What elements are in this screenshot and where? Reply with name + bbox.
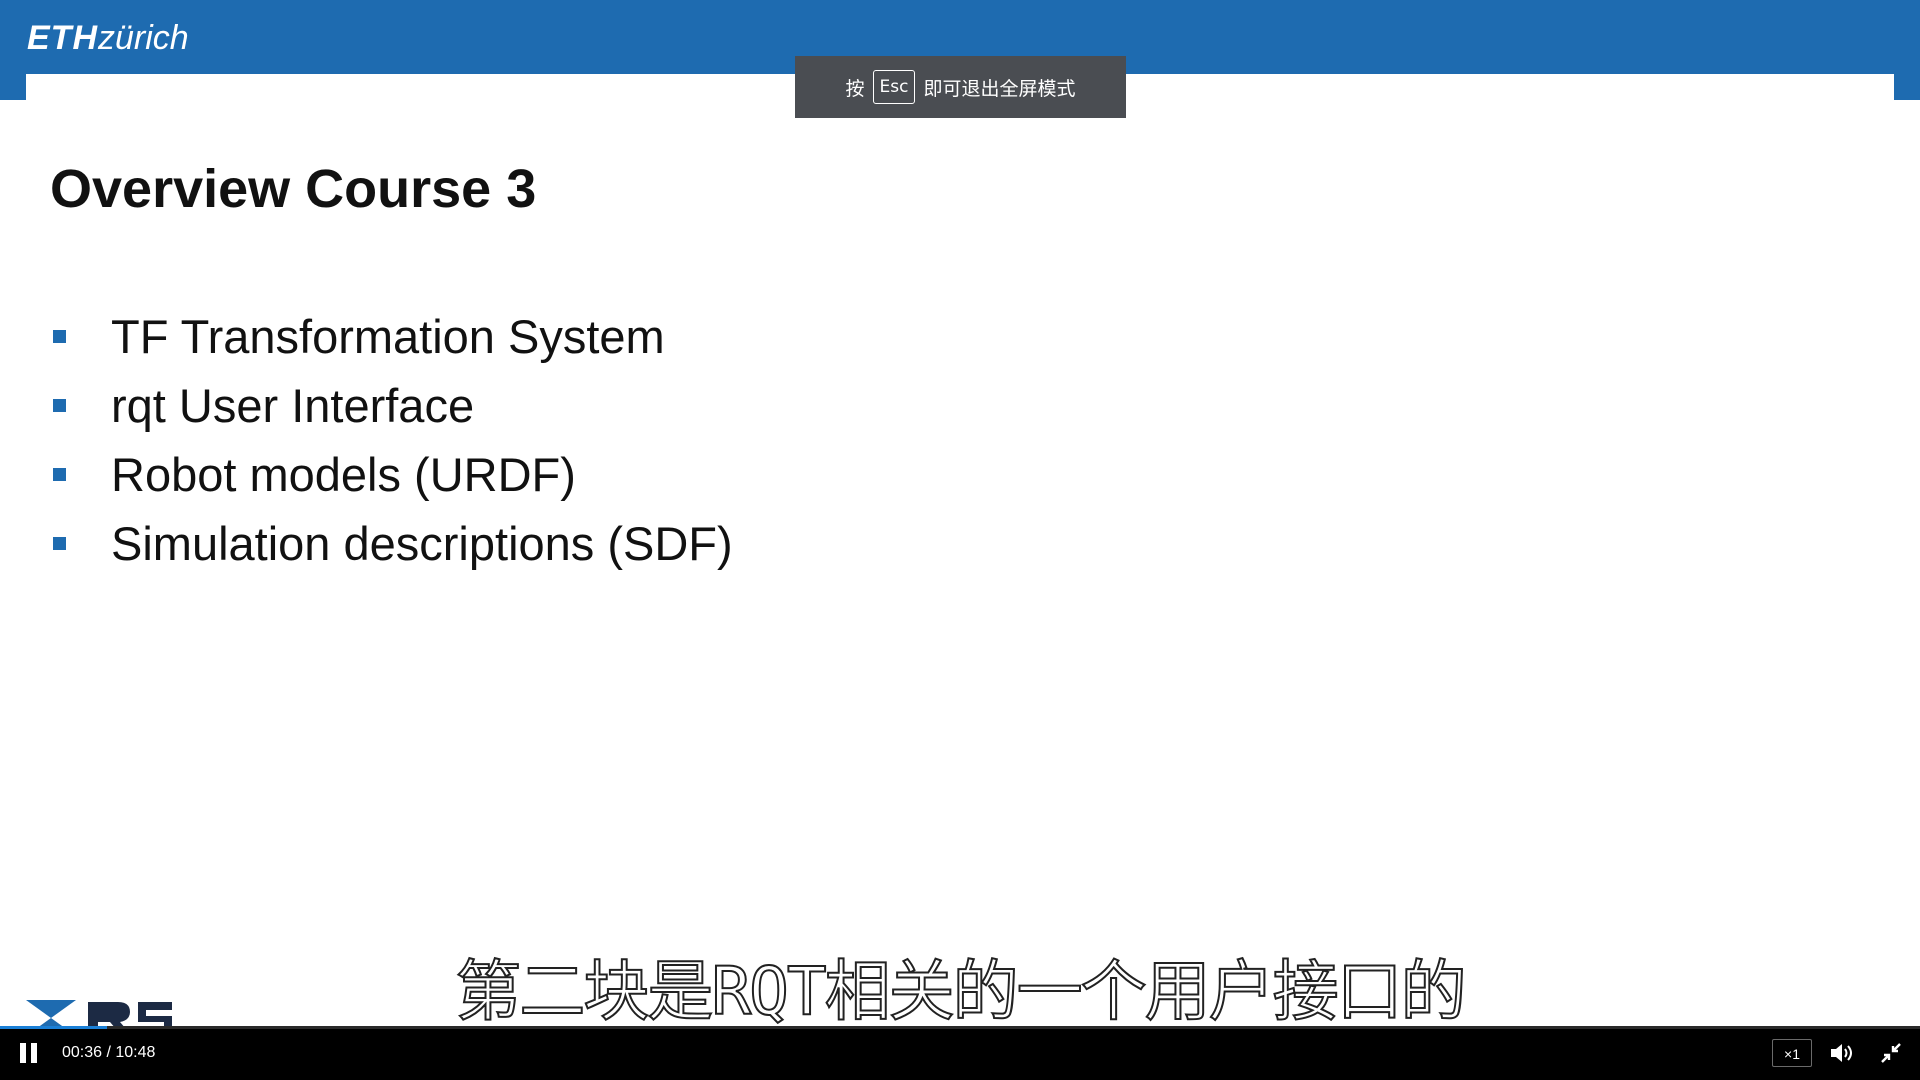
pause-icon xyxy=(20,1043,26,1063)
progress-fill xyxy=(0,1026,107,1029)
square-bullet-icon xyxy=(53,330,66,343)
video-frame[interactable]: ETHzürich 按 Esc 即可退出全屏模式 Overview Course… xyxy=(0,0,1920,1026)
square-bullet-icon xyxy=(53,468,66,481)
pause-icon-bar xyxy=(31,1043,37,1063)
bullet-item: Robot models (URDF) xyxy=(50,440,733,509)
bullet-text: rqt User Interface xyxy=(111,379,475,432)
square-bullet-icon xyxy=(53,399,66,412)
bullet-list: TF Transformation System rqt User Interf… xyxy=(50,302,733,578)
bullet-text: Robot models (URDF) xyxy=(111,448,576,501)
progress-bar[interactable] xyxy=(0,1026,1920,1029)
exit-fullscreen-toast: 按 Esc 即可退出全屏模式 xyxy=(795,56,1126,118)
eth-logo-bold: ETH xyxy=(27,19,98,57)
time-display: 00:36 / 10:48 xyxy=(62,1044,156,1061)
toast-prefix: 按 xyxy=(845,77,865,100)
eth-band-right-corner xyxy=(1894,74,1920,100)
bullet-item: rqt User Interface xyxy=(50,371,733,440)
bullet-text: Simulation descriptions (SDF) xyxy=(111,517,733,570)
eth-logo-light: zürich xyxy=(98,19,189,57)
volume-button[interactable] xyxy=(1828,1040,1856,1066)
toast-suffix: 即可退出全屏模式 xyxy=(923,77,1076,100)
eth-band-left-corner xyxy=(0,74,26,100)
player-control-bar: 00:36 / 10:48 ×1 xyxy=(0,1026,1920,1080)
slide-title: Overview Course 3 xyxy=(50,159,537,219)
exit-fullscreen-button[interactable] xyxy=(1878,1040,1904,1066)
esc-key-badge: Esc xyxy=(872,70,916,104)
bullet-text: TF Transformation System xyxy=(111,310,665,363)
playback-speed-button[interactable]: ×1 xyxy=(1772,1039,1812,1067)
bullet-item: TF Transformation System xyxy=(50,302,733,371)
bullet-item: Simulation descriptions (SDF) xyxy=(50,509,733,578)
video-subtitle: 第二块是RQT相关的一个用户接口的 xyxy=(454,952,1467,1026)
pause-button[interactable] xyxy=(18,1041,40,1065)
square-bullet-icon xyxy=(53,537,66,550)
eth-zurich-logo: ETHzürich xyxy=(27,18,189,58)
exit-fullscreen-icon xyxy=(1881,1043,1901,1063)
volume-icon xyxy=(1831,1044,1852,1062)
